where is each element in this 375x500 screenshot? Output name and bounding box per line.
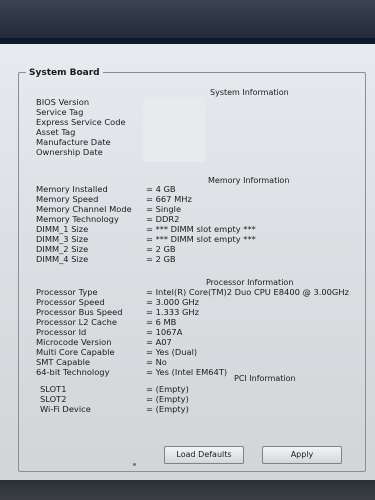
bios-version-label: BIOS Version — [36, 97, 90, 107]
monitor-bezel-bottom — [0, 480, 375, 500]
system-info-header: System Information — [210, 88, 289, 97]
bios-screen: System Board System Information BIOS Ver… — [0, 44, 375, 480]
processor-bus-speed-value: = 1.333 GHz — [146, 307, 200, 317]
processor-l2-cache-label: Processor L2 Cache — [36, 317, 117, 327]
64bit-technology-label: 64-bit Technology — [36, 367, 110, 377]
slot1-label: SLOT1 — [40, 384, 67, 394]
processor-speed-value: = 3.000 GHz — [146, 297, 200, 307]
multi-core-capable-label: Multi Core Capable — [36, 347, 115, 357]
memory-technology-value: = DDR2 — [146, 214, 180, 224]
processor-type-label: Processor Type — [36, 287, 98, 297]
manufacture-date-label: Manufacture Date — [36, 137, 111, 147]
slot1-value: = (Empty) — [146, 384, 189, 394]
smt-capable-value: = No — [146, 357, 167, 367]
microcode-version-value: = A07 — [146, 337, 172, 347]
pci-info-header: PCI Information — [234, 374, 296, 383]
processor-speed-label: Processor Speed — [36, 297, 105, 307]
processor-l2-cache-value: = 6 MB — [146, 317, 177, 327]
memory-technology-label: Memory Technology — [36, 214, 119, 224]
section-title: System Board — [26, 68, 103, 78]
memory-channel-mode-value: = Single — [146, 204, 182, 214]
dimm3-size-value: = *** DIMM slot empty *** — [146, 234, 256, 244]
screen-speck — [133, 463, 136, 466]
processor-info-header: Processor Information — [206, 278, 294, 287]
memory-speed-label: Memory Speed — [36, 194, 99, 204]
dimm3-size-label: DIMM_3 Size — [36, 234, 89, 244]
slot2-label: SLOT2 — [40, 394, 67, 404]
memory-installed-label: Memory Installed — [36, 184, 108, 194]
service-tag-label: Service Tag — [36, 107, 84, 117]
dimm1-size-label: DIMM_1 Size — [36, 224, 89, 234]
load-defaults-button[interactable]: Load Defaults — [164, 446, 244, 464]
memory-channel-mode-label: Memory Channel Mode — [36, 204, 132, 214]
ownership-date-label: Ownership Date — [36, 147, 103, 157]
processor-type-value: = Intel(R) Core(TM)2 Duo CPU E8400 @ 3.0… — [146, 287, 349, 297]
64bit-technology-value: = Yes (Intel EM64T) — [146, 367, 228, 377]
wifi-device-value: = (Empty) — [146, 404, 189, 414]
dimm4-size-label: DIMM_4 Size — [36, 254, 89, 264]
dimm1-size-value: = *** DIMM slot empty *** — [146, 224, 256, 234]
processor-id-label: Processor Id — [36, 327, 87, 337]
dimm4-size-value: = 2 GB — [146, 254, 176, 264]
multi-core-capable-value: = Yes (Dual) — [146, 347, 198, 357]
wifi-device-label: Wi-Fi Device — [40, 404, 91, 414]
memory-info-header: Memory Information — [208, 176, 290, 185]
apply-button[interactable]: Apply — [262, 446, 342, 464]
dimm2-size-label: DIMM_2 Size — [36, 244, 89, 254]
asset-tag-label: Asset Tag — [36, 127, 76, 137]
memory-speed-value: = 667 MHz — [146, 194, 192, 204]
express-service-code-label: Express Service Code — [36, 117, 126, 127]
redacted-system-values — [143, 98, 205, 162]
slot2-value: = (Empty) — [146, 394, 189, 404]
dimm2-size-value: = 2 GB — [146, 244, 176, 254]
memory-installed-value: = 4 GB — [146, 184, 176, 194]
microcode-version-label: Microcode Version — [36, 337, 112, 347]
processor-id-value: = 1067A — [146, 327, 183, 337]
processor-bus-speed-label: Processor Bus Speed — [36, 307, 123, 317]
smt-capable-label: SMT Capable — [36, 357, 91, 367]
